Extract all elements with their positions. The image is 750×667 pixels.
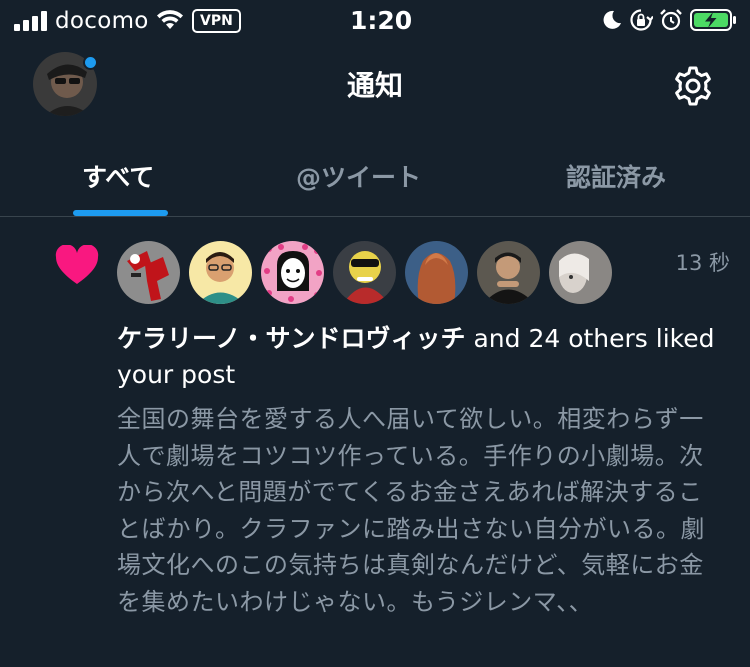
tab-verified[interactable]: 認証済み [566,158,666,194]
status-bar: docomo VPN 1:20 [0,0,750,40]
vpn-badge: VPN [192,9,241,33]
active-tab-indicator [73,210,168,216]
gear-icon[interactable] [671,64,715,108]
liker-avatar[interactable] [549,241,612,304]
notification-tabs: すべて @ツイート 認証済み [0,130,750,217]
liker-avatar[interactable] [117,241,180,304]
tab-all[interactable]: すべて [82,158,154,194]
carrier-name: docomo [55,8,149,34]
liker-avatar[interactable] [477,241,540,304]
notifications-header: 通知 [0,40,750,130]
like-notification[interactable]: 13 秒 ケラリーノ・サンドロヴィッチ and 24 others liked … [0,217,750,667]
page-title: 通知 [346,69,403,102]
heart-icon [55,245,99,284]
alarm-icon [660,9,682,31]
cellular-signal-icon [14,11,47,31]
notification-summary: ケラリーノ・サンドロヴィッチ and 24 others liked your … [117,321,717,393]
tab-mentions[interactable]: @ツイート [296,158,421,194]
liker-avatar[interactable] [261,241,324,304]
liker-avatar[interactable] [405,241,468,304]
moon-icon [603,10,621,29]
liker-avatar[interactable] [333,241,396,304]
liked-post-text[interactable]: 全国の舞台を愛する人へ届いて欲しい。相変わらず一人で劇場をコツコツ作っている。手… [117,401,725,620]
wifi-icon [157,10,183,29]
actor-name[interactable]: ケラリーノ・サンドロヴィッチ [117,324,466,353]
battery-charging-icon [690,9,736,31]
notification-timestamp: 13 秒 [675,251,730,275]
liker-avatar[interactable] [189,241,252,304]
orientation-lock-icon [630,9,653,31]
status-time: 1:20 [350,6,413,35]
